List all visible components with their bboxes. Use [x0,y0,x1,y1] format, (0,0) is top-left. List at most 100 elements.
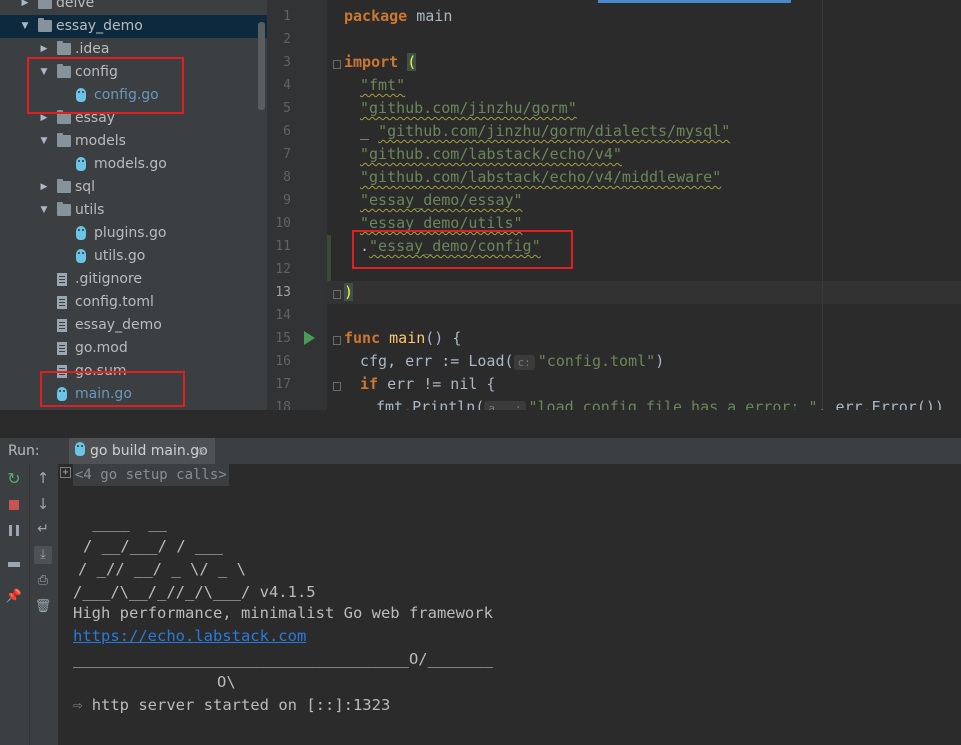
tree-row-label: utils [75,202,105,218]
rerun-icon[interactable]: ↻ [5,470,23,488]
current-line-highlight [327,281,961,304]
tree-row[interactable]: essay_demo [0,314,267,337]
run-tab[interactable]: go build main.go ⊗ [69,438,215,464]
pin-icon[interactable]: 📌 [5,588,23,606]
go-file-icon [76,226,86,240]
tree-row[interactable]: .gitignore [0,268,267,291]
go-file-icon [76,157,86,171]
soft-wrap-icon[interactable]: ↵ [34,520,52,538]
panel-splitter[interactable] [0,410,961,438]
arrow-right-icon: ⇨ [73,696,83,714]
tree-row-label: essay_demo [56,18,143,34]
chevron-down-icon[interactable]: ▼ [20,15,30,38]
run-gutter-icon[interactable] [304,331,315,345]
line-number: 14 [275,308,291,323]
code-line-16: cfg, err := Load(c: "config.toml") [360,352,665,370]
go-file-icon [76,249,86,263]
tree-row[interactable]: ▶ delve [0,0,267,15]
line-number: 17 [275,377,291,392]
tree-row[interactable]: go.mod [0,337,267,360]
run-toolbar-primary: ↻ 📌 [0,464,30,745]
banner-line: ____ __ [83,514,167,532]
banner-line: /___/\__/_//_/\___/ v4.1.5 [73,583,316,601]
close-icon[interactable]: ⊗ [197,438,207,464]
tree-row-label: .gitignore [75,271,142,287]
code-line-17: if err != nil { [360,375,496,393]
arrow-up-icon[interactable]: ↑ [34,469,52,487]
tree-row-label: delve [56,0,95,11]
fold-icon[interactable] [333,290,341,299]
tree-scrollbar[interactable] [258,22,265,110]
banner-line: / __/___/ / ___ [83,537,223,555]
code-line-4: "fmt" [360,76,406,94]
tree-row[interactable]: plugins.go [0,222,267,245]
run-panel-header: Run: go build main.go ⊗ [0,438,961,465]
code-line-18: fmt.Println(a...: "load config file has a… [376,396,944,410]
line-number: 2 [283,32,291,47]
line-number: 11 [275,239,291,254]
line-number: 8 [283,170,291,185]
right-margin-guide [822,0,823,410]
code-line-3: import ( [344,53,417,71]
chevron-down-icon[interactable]: ▼ [39,130,49,153]
tree-row-label: models [75,133,126,149]
tree-row[interactable]: ▼ models [0,130,267,153]
tree-row-label: utils.go [94,248,146,264]
text-file-icon [57,273,67,286]
code-editor[interactable]: 1 2 3 4 5 6 7 8 9 10 11 12 13 14 15 16 17 18 package main… [267,0,961,410]
line-number: 13 [275,285,291,300]
active-tab-indicator [598,0,791,3]
code-line-13: ) [344,283,354,301]
code-line-1: package main [344,7,453,25]
trash-icon[interactable]: 🗑 [34,598,52,616]
arrow-down-icon[interactable]: ↓ [34,495,52,513]
echo-link[interactable]: https://echo.labstack.com [73,625,306,648]
highlight-box-config-import [352,230,573,269]
folder-icon [38,18,52,32]
tree-row[interactable]: utils.go [0,245,267,268]
tree-row-label: go.mod [75,340,128,356]
tree-row[interactable]: config.toml [0,291,267,314]
line-number: 16 [275,354,291,369]
tree-row-label: config.toml [75,294,154,310]
layout-icon[interactable] [5,554,23,572]
line-number: 6 [283,124,291,139]
server-started-text: http server started on [::]:1323 [91,696,391,714]
run-label: Run: [8,443,40,459]
text-file-icon [57,342,67,355]
tree-row-label: essay_demo [75,317,162,333]
tree-row[interactable]: ▼ essay_demo [0,15,267,38]
tagline: High performance, minimalist Go web fram… [73,604,493,622]
fold-icon[interactable] [333,382,341,391]
banner-line: / _// __/ _ \/ _ \ [78,560,246,578]
print-icon[interactable]: ⎙ [34,572,52,590]
chevron-right-icon[interactable]: ▶ [39,176,49,199]
fold-icon[interactable] [333,60,341,69]
tree-row-label: models.go [94,156,167,172]
line-number: 7 [283,147,291,162]
server-started-line: ⇨ http server started on [::]:1323 [73,694,390,717]
code-line-9: "essay_demo/essay" [360,191,523,209]
folder-icon [57,179,71,193]
setup-calls-fold[interactable]: <4 go setup calls> [73,464,229,486]
go-file-icon [75,442,85,456]
scroll-to-end-icon[interactable]: ⤓ [34,546,52,564]
code-line-7: "github.com/labstack/echo/v4" [360,145,622,163]
stop-icon[interactable] [5,496,23,514]
text-file-icon [57,319,67,332]
chevron-down-icon[interactable]: ▼ [39,199,49,222]
line-number: 1 [283,9,291,24]
code-line-6: _ "github.com/jinzhu/gorm/dialects/mysql… [360,122,731,140]
expand-icon[interactable]: + [60,467,71,478]
chevron-right-icon[interactable]: ▶ [20,0,30,15]
fold-icon[interactable] [333,336,341,345]
folder-icon [57,133,71,147]
pause-icon[interactable] [5,521,23,539]
banner-rule: ____________________________________O/__… [73,650,493,668]
line-number: 4 [283,78,291,93]
tree-row[interactable]: ▼ utils [0,199,267,222]
tree-row[interactable]: models.go [0,153,267,176]
console-output[interactable]: + <4 go setup calls> ____ __ / __/___/ /… [58,464,961,745]
tree-row[interactable]: ▶ sql [0,176,267,199]
line-number: 18 [275,400,291,410]
